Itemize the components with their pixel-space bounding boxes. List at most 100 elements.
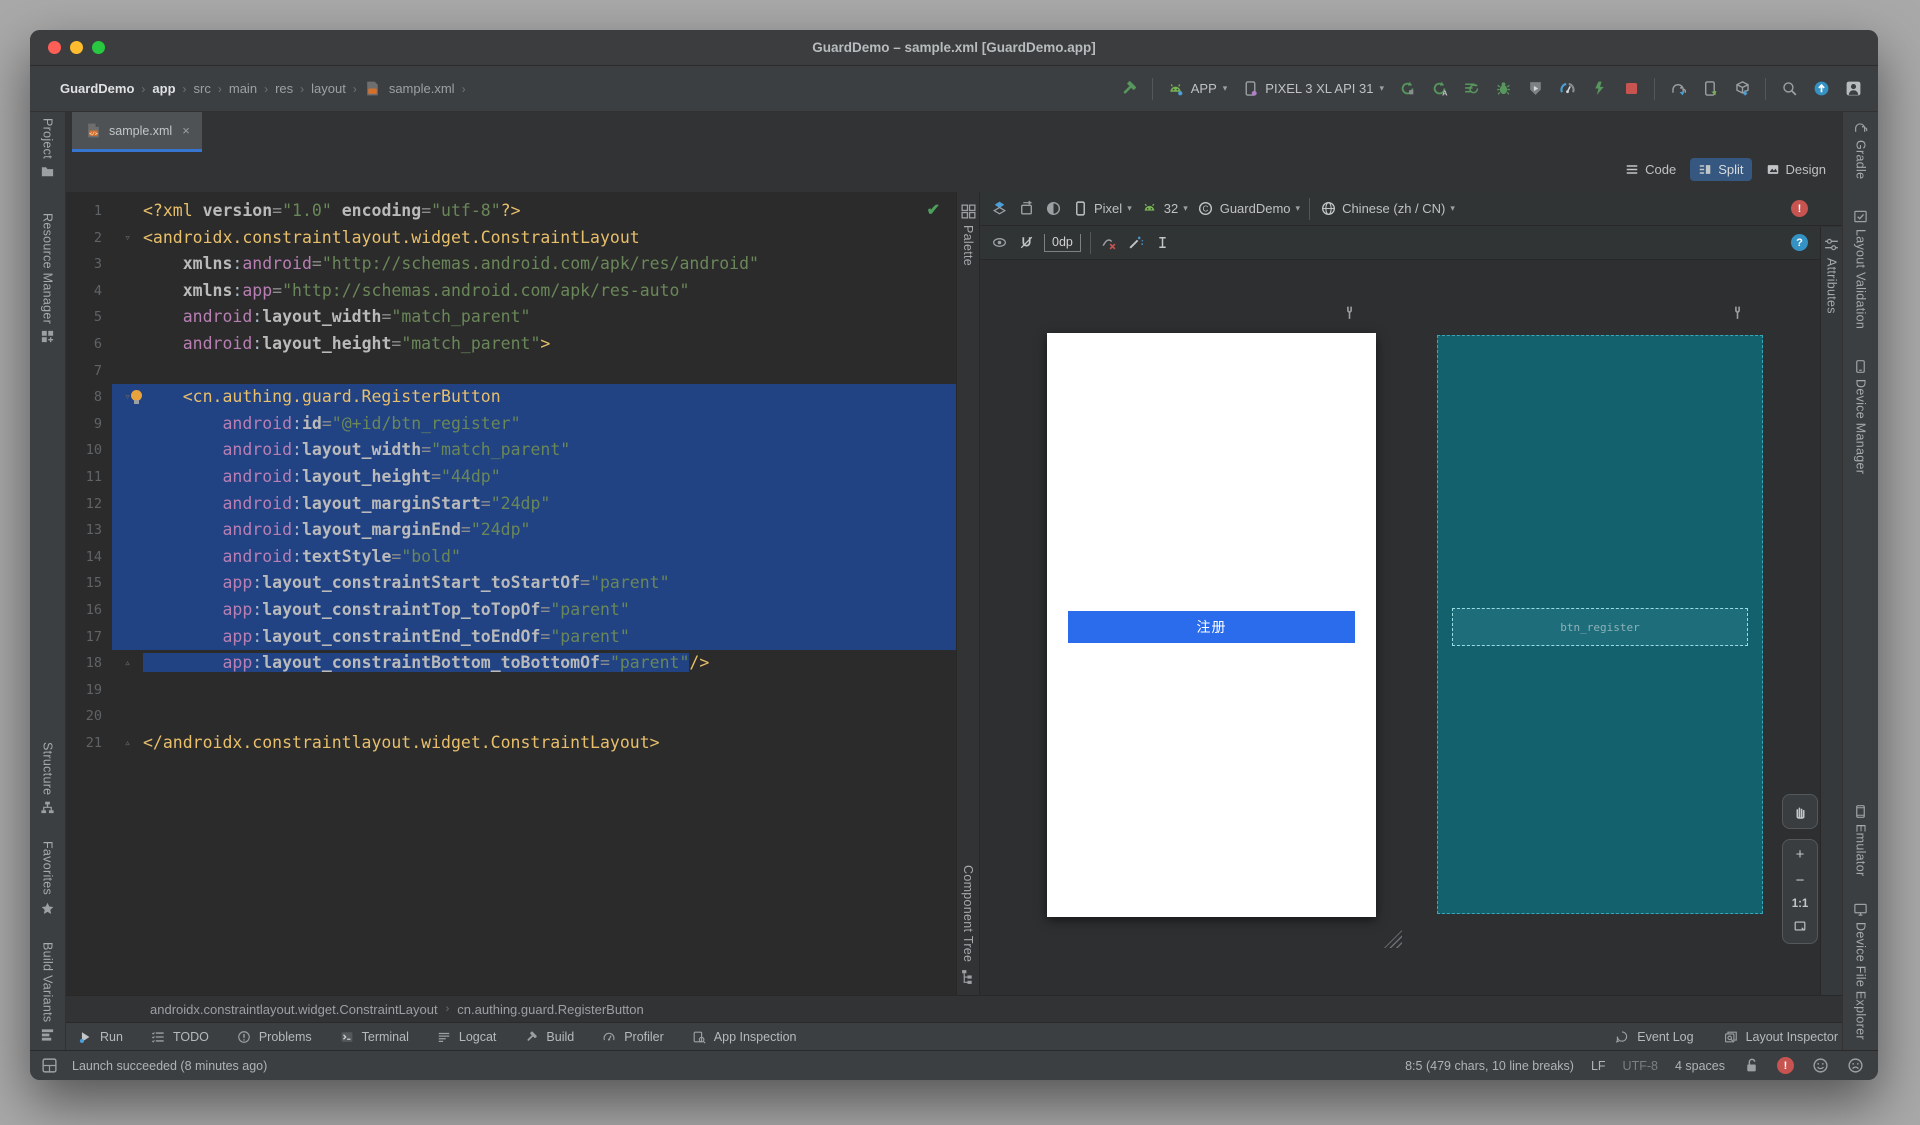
toolwindow-event-log-button[interactable]: Event Log bbox=[1613, 1028, 1693, 1046]
blueprint-wrench-icon[interactable] bbox=[1728, 303, 1746, 321]
toolwindow-build-button[interactable]: Build bbox=[522, 1028, 574, 1046]
code-line-15[interactable]: 15 app:layout_constraintStart_toStartOf=… bbox=[66, 570, 956, 597]
code-line-18[interactable]: 18▵ app:layout_constraintBottom_toBottom… bbox=[66, 650, 956, 677]
code-line-2[interactable]: 2▿<androidx.constraintlayout.widget.Cons… bbox=[66, 225, 956, 252]
design-preview-surface[interactable]: 注册 bbox=[1047, 333, 1376, 917]
code-line-21[interactable]: 21▵</androidx.constraintlayout.widget.Co… bbox=[66, 730, 956, 757]
code-editor[interactable]: 1<?xml version="1.0" encoding="utf-8"?>2… bbox=[66, 192, 956, 995]
file-encoding[interactable]: UTF-8 bbox=[1623, 1059, 1658, 1073]
night-mode-icon[interactable] bbox=[1044, 200, 1062, 218]
code-line-17[interactable]: 17 app:layout_constraintEnd_toEndOf="par… bbox=[66, 624, 956, 651]
code-line-14[interactable]: 14 android:textStyle="bold" bbox=[66, 544, 956, 571]
breadcrumb-item-main[interactable]: main bbox=[229, 81, 257, 96]
apply-code-changes-icon[interactable] bbox=[1462, 80, 1480, 98]
toolwindow-terminal-button[interactable]: Terminal bbox=[338, 1028, 409, 1046]
design-surface-icon[interactable] bbox=[990, 200, 1008, 218]
code-line-10[interactable]: 10 android:layout_width="match_parent" bbox=[66, 437, 956, 464]
tab-sample-xml[interactable]: </> sample.xml × bbox=[72, 112, 202, 152]
run-restart-icon[interactable]: A bbox=[1430, 80, 1448, 98]
code-line-13[interactable]: 13 android:layout_marginEnd="24dp" bbox=[66, 517, 956, 544]
tool-window-switcher-icon[interactable] bbox=[40, 1057, 58, 1075]
build-hammer-icon[interactable] bbox=[1120, 80, 1138, 98]
close-tab-icon[interactable]: × bbox=[182, 123, 190, 138]
breadcrumb-item-res[interactable]: res bbox=[275, 81, 293, 96]
fold-marker-icon[interactable]: ▿ bbox=[112, 225, 143, 252]
gradle-sync-icon[interactable] bbox=[1669, 80, 1687, 98]
design-error-badge[interactable]: ! bbox=[1791, 200, 1808, 217]
device-manager-icon[interactable] bbox=[1701, 80, 1719, 98]
theme-selector[interactable]: C GuardDemo▾ bbox=[1197, 200, 1300, 218]
feedback-happy-icon[interactable] bbox=[1811, 1057, 1829, 1075]
fold-marker-icon[interactable]: ▵ bbox=[112, 730, 143, 757]
component-tree-stripe-button[interactable]: Component Tree bbox=[957, 865, 979, 985]
fold-marker-icon[interactable]: ▵ bbox=[112, 650, 143, 677]
stripe-button-emulator[interactable]: Emulator bbox=[1853, 804, 1868, 876]
stripe-button-device-file-explorer[interactable]: Device File Explorer bbox=[1853, 902, 1868, 1040]
clear-constraints-icon[interactable] bbox=[1100, 234, 1118, 252]
orientation-icon[interactable] bbox=[1017, 200, 1035, 218]
stripe-button-layout-validation[interactable]: Layout Validation bbox=[1853, 209, 1868, 329]
breadcrumb-item-src[interactable]: src bbox=[194, 81, 211, 96]
code-line-12[interactable]: 12 android:layout_marginStart="24dp" bbox=[66, 491, 956, 518]
attributes-stripe-button[interactable]: Attributes bbox=[1821, 235, 1842, 314]
api-selector[interactable]: 32▾ bbox=[1141, 200, 1188, 218]
zoom-in-button[interactable]: + bbox=[1783, 846, 1817, 863]
zoom-to-fit-button[interactable] bbox=[1783, 919, 1817, 937]
code-line-7[interactable]: 7 bbox=[66, 358, 956, 385]
design-wrench-icon[interactable] bbox=[1340, 303, 1358, 321]
stripe-button-gradle[interactable]: Gradle bbox=[1853, 120, 1868, 179]
apply-changes-icon[interactable] bbox=[1590, 80, 1608, 98]
stripe-button-structure[interactable]: Structure bbox=[40, 742, 55, 815]
xml-crumb-androidx-constraintlayout-widget-constraintlayout[interactable]: androidx.constraintlayout.widget.Constra… bbox=[150, 1002, 438, 1017]
mode-split-button[interactable]: Split bbox=[1690, 158, 1751, 181]
mode-design-button[interactable]: Design bbox=[1758, 158, 1834, 181]
debug-bug-icon[interactable] bbox=[1494, 80, 1512, 98]
view-options-eye-icon[interactable] bbox=[990, 234, 1008, 252]
stop-icon[interactable] bbox=[1622, 80, 1640, 98]
fold-marker-icon[interactable]: ▿ bbox=[112, 384, 143, 411]
zoom-out-button[interactable]: − bbox=[1783, 872, 1817, 889]
toolwindow-layout-inspector-button[interactable]: Layout Inspector bbox=[1722, 1028, 1838, 1046]
code-line-20[interactable]: 20 bbox=[66, 703, 956, 730]
status-message[interactable]: Launch succeeded (8 minutes ago) bbox=[72, 1059, 267, 1073]
line-ending[interactable]: LF bbox=[1591, 1059, 1606, 1073]
locale-selector[interactable]: Chinese (zh / CN)▾ bbox=[1319, 200, 1455, 218]
unlock-icon[interactable] bbox=[1742, 1057, 1760, 1075]
palette-stripe-button[interactable]: Palette bbox=[957, 202, 979, 266]
code-line-6[interactable]: 6 android:layout_height="match_parent"> bbox=[66, 331, 956, 358]
breadcrumb-item-guarddemo[interactable]: GuardDemo bbox=[60, 81, 134, 96]
pan-hand-button[interactable] bbox=[1782, 794, 1818, 829]
stripe-button-favorites[interactable]: Favorites bbox=[40, 841, 55, 915]
stripe-button-resource-manager[interactable]: Resource Manager bbox=[40, 213, 55, 344]
code-line-9[interactable]: 9 android:id="@+id/btn_register" bbox=[66, 411, 956, 438]
breadcrumb-item-layout[interactable]: layout bbox=[311, 81, 346, 96]
breadcrumb-item-app[interactable]: app bbox=[152, 81, 175, 96]
toolwindow-logcat-button[interactable]: Logcat bbox=[435, 1028, 497, 1046]
search-icon[interactable] bbox=[1780, 80, 1798, 98]
autoconnect-off-icon[interactable] bbox=[1017, 234, 1035, 252]
sdk-manager-icon[interactable] bbox=[1733, 80, 1751, 98]
code-line-1[interactable]: 1<?xml version="1.0" encoding="utf-8"?> bbox=[66, 198, 956, 225]
run-icon[interactable] bbox=[1398, 80, 1416, 98]
caret-position[interactable]: 8:5 (479 chars, 10 line breaks) bbox=[1405, 1059, 1574, 1073]
toolwindow-problems-button[interactable]: Problems bbox=[235, 1028, 312, 1046]
run-config-selector[interactable]: APP▾ bbox=[1167, 80, 1228, 98]
help-badge[interactable]: ? bbox=[1791, 234, 1808, 251]
stripe-button-build-variants[interactable]: Build Variants bbox=[40, 942, 55, 1042]
infer-constraints-wand-icon[interactable] bbox=[1127, 234, 1145, 252]
intention-bulb-icon[interactable] bbox=[130, 390, 143, 403]
toolwindow-todo-button[interactable]: TODO bbox=[149, 1028, 209, 1046]
indent-setting[interactable]: 4 spaces bbox=[1675, 1059, 1725, 1073]
stripe-button-device-manager[interactable]: Device Manager bbox=[1853, 359, 1868, 474]
profiler-gauge-icon[interactable] bbox=[1558, 80, 1576, 98]
code-line-16[interactable]: 16 app:layout_constraintTop_toTopOf="par… bbox=[66, 597, 956, 624]
attach-debugger-icon[interactable] bbox=[1526, 80, 1544, 98]
toolwindow-profiler-button[interactable]: Profiler bbox=[600, 1028, 664, 1046]
register-button-preview[interactable]: 注册 bbox=[1068, 611, 1355, 643]
error-highlight-badge[interactable]: ! bbox=[1777, 1057, 1794, 1074]
code-line-3[interactable]: 3 xmlns:android="http://schemas.android.… bbox=[66, 251, 956, 278]
canvas-resize-handle[interactable] bbox=[1384, 930, 1402, 948]
code-line-19[interactable]: 19 bbox=[66, 677, 956, 704]
pack-selection-icon[interactable] bbox=[1154, 234, 1172, 252]
toolwindow-run-button[interactable]: Run bbox=[76, 1028, 123, 1046]
